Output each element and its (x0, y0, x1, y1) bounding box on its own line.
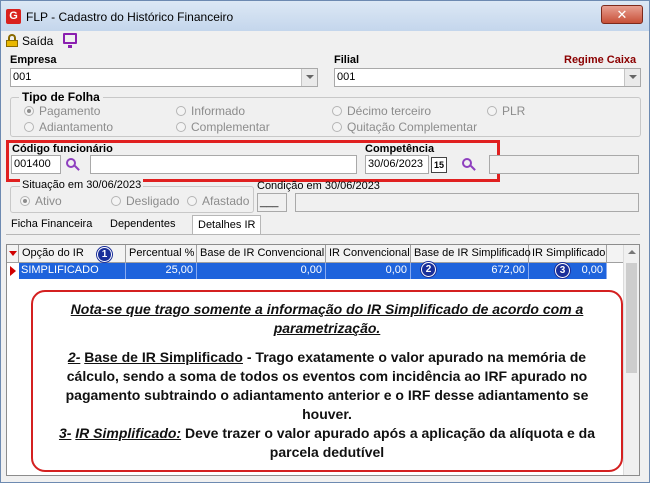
radio-dot-icon (111, 196, 121, 206)
tab-divider (6, 234, 640, 235)
codigo-funcionario-input[interactable]: 001400 (11, 155, 61, 174)
lock-icon[interactable] (6, 34, 18, 47)
chevron-down-icon[interactable] (301, 69, 317, 86)
radio-adiantamento[interactable]: Adiantamento (24, 120, 113, 134)
annotation-note: Nota-se que trago somente a informação d… (31, 290, 623, 472)
radio-desligado[interactable]: Desligado (111, 194, 179, 208)
monitor-icon[interactable] (63, 33, 77, 48)
tab-ficha-financeira[interactable]: Ficha Financeira (6, 215, 97, 235)
condicao-code-field: ___ (257, 193, 287, 212)
radio-dot-icon (332, 122, 342, 132)
scroll-up-icon[interactable] (624, 245, 639, 261)
title-bar: G FLP - Cadastro do Histórico Financeiro… (1, 1, 649, 31)
calendar-icon[interactable]: 15 (431, 157, 447, 173)
tab-dependentes[interactable]: Dependentes (105, 215, 180, 235)
radio-dot-icon (24, 122, 34, 132)
search-icon[interactable] (66, 158, 80, 172)
radio-ativo[interactable]: Ativo (20, 194, 62, 208)
tipo-folha-title: Tipo de Folha (19, 90, 103, 104)
radio-dot-icon (487, 106, 497, 116)
col-ir-simplificado[interactable]: IR Simplificado (529, 245, 607, 263)
note-paragraph-3: 3- IR Simplificado: Deve trazer o valor … (58, 425, 596, 460)
table-row[interactable]: SIMPLIFICADO 25,00 0,00 0,00 672,00 0,00 (7, 263, 625, 279)
competencia-desc-field (489, 155, 639, 174)
vertical-scrollbar[interactable] (623, 245, 639, 475)
toolbar: Saída (1, 31, 649, 51)
saida-button[interactable]: Saída (22, 34, 53, 48)
note-paragraph-2: 2- Base de IR Simplificado - Trago exata… (65, 349, 589, 422)
badge-3: 3 (555, 263, 570, 278)
col-ir-convencional[interactable]: IR Convencional (326, 245, 411, 263)
close-button[interactable]: ✕ (601, 5, 643, 24)
radio-complementar[interactable]: Complementar (176, 120, 270, 134)
cell-ir-conv[interactable]: 0,00 (326, 263, 411, 279)
radio-dot-icon (20, 196, 30, 206)
row-pointer-icon (7, 263, 19, 279)
cell-percentual[interactable]: 25,00 (126, 263, 197, 279)
radio-decimo-terceiro[interactable]: Décimo terceiro (332, 104, 431, 118)
app-logo-icon: G (6, 9, 21, 24)
radio-informado[interactable]: Informado (176, 104, 245, 118)
cell-opcao[interactable]: SIMPLIFICADO (19, 263, 126, 279)
main-window: G FLP - Cadastro do Histórico Financeiro… (0, 0, 650, 483)
condicao-desc-field (295, 193, 639, 212)
radio-dot-icon (332, 106, 342, 116)
situacao-title: Situação em 30/06/2023 (20, 179, 144, 191)
radio-plr[interactable]: PLR (487, 104, 525, 118)
badge-2: 2 (421, 262, 436, 277)
col-base-ir-convencional[interactable]: Base de IR Convencional (197, 245, 326, 263)
funcionario-name-input[interactable] (90, 155, 357, 174)
badge-1: 1 (97, 247, 112, 262)
sort-indicator-icon[interactable] (7, 245, 19, 263)
regime-caixa-label: Regime Caixa (564, 54, 637, 66)
tab-detalhes-ir[interactable]: Detalhes IR (192, 215, 262, 235)
search-icon[interactable] (462, 158, 476, 172)
window-title: FLP - Cadastro do Histórico Financeiro (26, 10, 234, 24)
empresa-select[interactable]: 001 (10, 68, 318, 87)
condicao-title: Condição em 30/06/2023 (257, 180, 380, 192)
codigo-funcionario-label: Código funcionário (12, 143, 113, 155)
competencia-label: Competência (365, 143, 435, 155)
note-paragraph-1: Nota-se que trago somente a informação d… (70, 301, 584, 336)
radio-dot-icon (24, 106, 34, 116)
radio-afastado[interactable]: Afastado (187, 194, 249, 208)
competencia-input[interactable]: 30/06/2023 (365, 155, 429, 174)
col-percentual[interactable]: Percentual % (126, 245, 197, 263)
radio-pagamento[interactable]: Pagamento (24, 104, 100, 118)
empresa-label: Empresa (10, 54, 57, 66)
cell-base-conv[interactable]: 0,00 (197, 263, 326, 279)
filial-label: Filial (334, 54, 360, 66)
radio-dot-icon (176, 122, 186, 132)
filial-value: 001 (337, 71, 356, 83)
radio-dot-icon (187, 196, 197, 206)
filial-select[interactable]: 001 (334, 68, 641, 87)
radio-dot-icon (176, 106, 186, 116)
col-base-ir-simplificado[interactable]: Base de IR Simplificado (411, 245, 531, 263)
scroll-thumb[interactable] (626, 263, 637, 373)
chevron-down-icon[interactable] (624, 69, 640, 86)
radio-quitacao-complementar[interactable]: Quitação Complementar (332, 120, 477, 134)
empresa-value: 001 (13, 71, 32, 83)
